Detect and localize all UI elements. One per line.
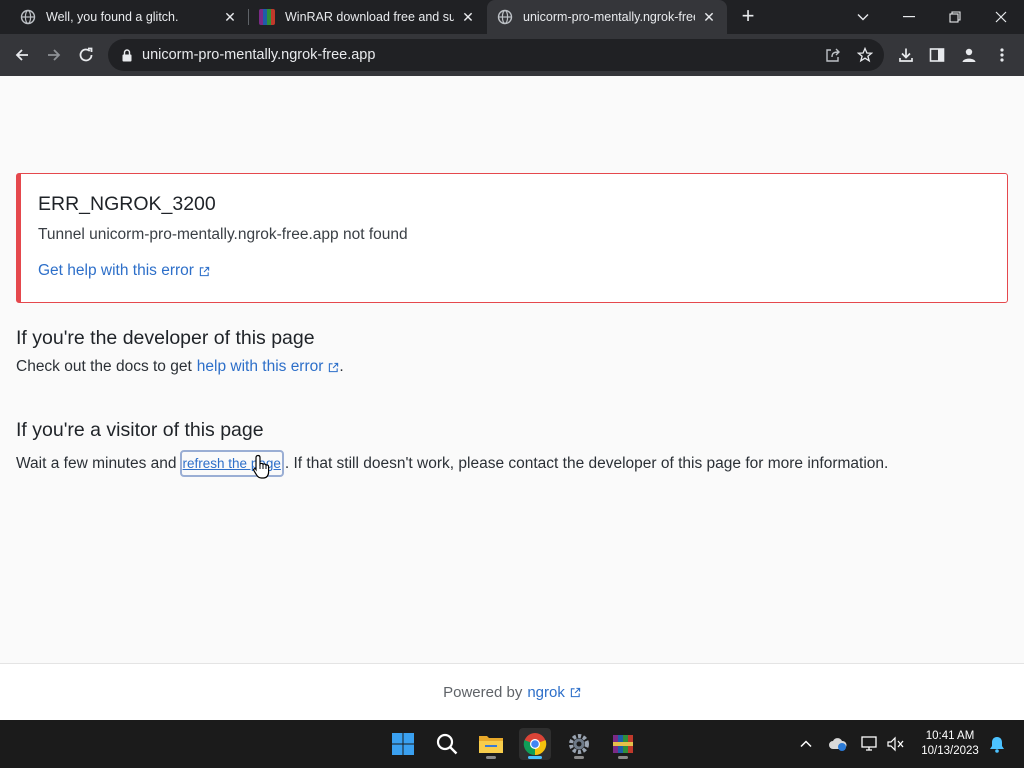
cloud-icon — [829, 738, 847, 751]
tab-winrar[interactable]: WinRAR download free and support ✕ — [249, 0, 486, 34]
network-tray-button[interactable] — [860, 734, 880, 754]
chrome-icon — [523, 733, 547, 756]
close-window-button[interactable] — [978, 0, 1024, 34]
close-icon[interactable]: ✕ — [460, 9, 476, 25]
developer-paragraph: Check out the docs to get help with this… — [16, 358, 344, 376]
download-icon — [899, 48, 913, 62]
volume-muted-icon — [887, 736, 904, 752]
error-message: Tunnel unicorm-pro-mentally.ngrok-free.a… — [38, 226, 408, 243]
external-link-icon — [329, 362, 339, 372]
address-url: unicorm-pro-mentally.ngrok-free.app — [142, 47, 376, 63]
get-help-link-text: Get help with this error — [38, 262, 194, 279]
lock-icon — [122, 48, 132, 61]
restore-button[interactable] — [932, 0, 978, 34]
taskbar: 10:41 AM 10/13/2023 — [0, 720, 1024, 768]
ngrok-link-text: ngrok — [527, 683, 565, 701]
chrome-button[interactable] — [519, 728, 551, 760]
tab-glitch[interactable]: Well, you found a glitch. ✕ — [0, 0, 248, 34]
error-panel: ERR_NGROK_3200 Tunnel unicorm-pro-mental… — [16, 173, 1008, 303]
show-hidden-icons-button[interactable] — [796, 734, 816, 754]
tab-title: WinRAR download free and support — [285, 10, 454, 24]
tab-ngrok[interactable]: unicorm-pro-mentally.ngrok-free.app ✕ — [487, 0, 727, 34]
reload-button[interactable] — [72, 42, 100, 68]
browser-toolbar: unicorm-pro-mentally.ngrok-free.app — [0, 34, 1024, 76]
external-link-icon — [199, 266, 210, 276]
start-button[interactable] — [387, 728, 419, 760]
active-indicator — [528, 756, 542, 759]
get-help-link[interactable]: Get help with this error — [38, 262, 210, 280]
developer-heading: If you're the developer of this page — [16, 327, 315, 349]
running-indicator — [486, 756, 496, 759]
file-explorer-button[interactable] — [475, 728, 507, 760]
forward-button[interactable] — [40, 42, 68, 68]
winrar-button[interactable] — [607, 728, 639, 760]
arrow-left-icon — [15, 49, 28, 61]
downloads-button[interactable] — [892, 42, 920, 68]
minimize-icon — [903, 16, 915, 18]
side-panel-button[interactable] — [923, 42, 951, 68]
tab-strip: Well, you found a glitch. ✕ WinRAR downl… — [0, 0, 1024, 34]
visitor-heading: If you're a visitor of this page — [16, 419, 264, 441]
clock-date: 10/13/2023 — [921, 745, 979, 757]
notifications-button[interactable] — [987, 734, 1007, 754]
new-tab-button[interactable]: + — [736, 5, 760, 29]
visitor-text: Wait a few minutes and — [16, 454, 177, 472]
profile-icon — [962, 48, 976, 62]
minimize-button[interactable] — [886, 0, 932, 34]
volume-tray-button[interactable] — [886, 734, 906, 754]
visitor-text-end: . If that still doesn't work, please con… — [284, 454, 889, 472]
error-code: ERR_NGROK_3200 — [38, 193, 216, 215]
tab-title: unicorm-pro-mentally.ngrok-free.app — [523, 10, 695, 24]
onedrive-tray-button[interactable] — [828, 734, 848, 754]
close-icon[interactable]: ✕ — [222, 9, 238, 25]
winrar-icon — [259, 9, 275, 25]
globe-icon — [20, 9, 36, 25]
folder-icon — [479, 736, 503, 753]
docs-help-link-text: help with this error — [196, 358, 324, 375]
share-icon — [826, 48, 840, 62]
network-icon — [861, 736, 877, 751]
winrar-icon — [613, 735, 633, 753]
arrow-right-icon — [48, 49, 61, 61]
visitor-paragraph: Wait a few minutes and refresh the page … — [16, 450, 888, 477]
running-indicator — [574, 756, 584, 759]
bell-icon — [990, 736, 1004, 753]
share-button[interactable] — [822, 45, 844, 65]
star-icon — [857, 47, 873, 63]
ngrok-link[interactable]: ngrok — [527, 684, 581, 701]
footer-prefix: Powered by — [443, 683, 523, 701]
developer-text: Check out the docs to get — [16, 358, 192, 375]
gear-icon — [569, 734, 589, 754]
page-footer: Powered by ngrok — [0, 663, 1024, 720]
menu-button[interactable] — [988, 42, 1016, 68]
close-icon — [995, 11, 1007, 23]
docs-help-link[interactable]: help with this error — [197, 358, 340, 376]
bookmark-button[interactable] — [854, 45, 876, 65]
more-vertical-icon — [1000, 48, 1004, 62]
external-link-icon — [570, 687, 581, 697]
chevron-down-icon — [857, 14, 869, 21]
taskbar-search-button[interactable] — [431, 728, 463, 760]
restore-icon — [949, 11, 961, 23]
hand-cursor-icon — [253, 454, 270, 479]
page-content: ERR_NGROK_3200 Tunnel unicorm-pro-mental… — [0, 76, 1024, 720]
developer-text-end: . — [339, 358, 344, 375]
running-indicator — [618, 756, 628, 759]
taskbar-clock[interactable]: 10:41 AM 10/13/2023 — [915, 729, 985, 759]
windows-start-icon — [392, 733, 414, 755]
profile-button[interactable] — [955, 42, 983, 68]
globe-icon — [497, 9, 513, 25]
address-bar[interactable]: unicorm-pro-mentally.ngrok-free.app — [108, 39, 884, 71]
settings-button[interactable] — [563, 728, 595, 760]
tab-search-button[interactable] — [840, 0, 886, 34]
reload-icon — [79, 47, 93, 62]
side-panel-icon — [929, 48, 945, 62]
back-button[interactable] — [8, 42, 36, 68]
search-icon — [436, 733, 458, 755]
close-icon[interactable]: ✕ — [701, 9, 717, 25]
chevron-up-icon — [800, 740, 812, 748]
clock-time: 10:41 AM — [925, 730, 975, 742]
tab-title: Well, you found a glitch. — [46, 10, 179, 24]
